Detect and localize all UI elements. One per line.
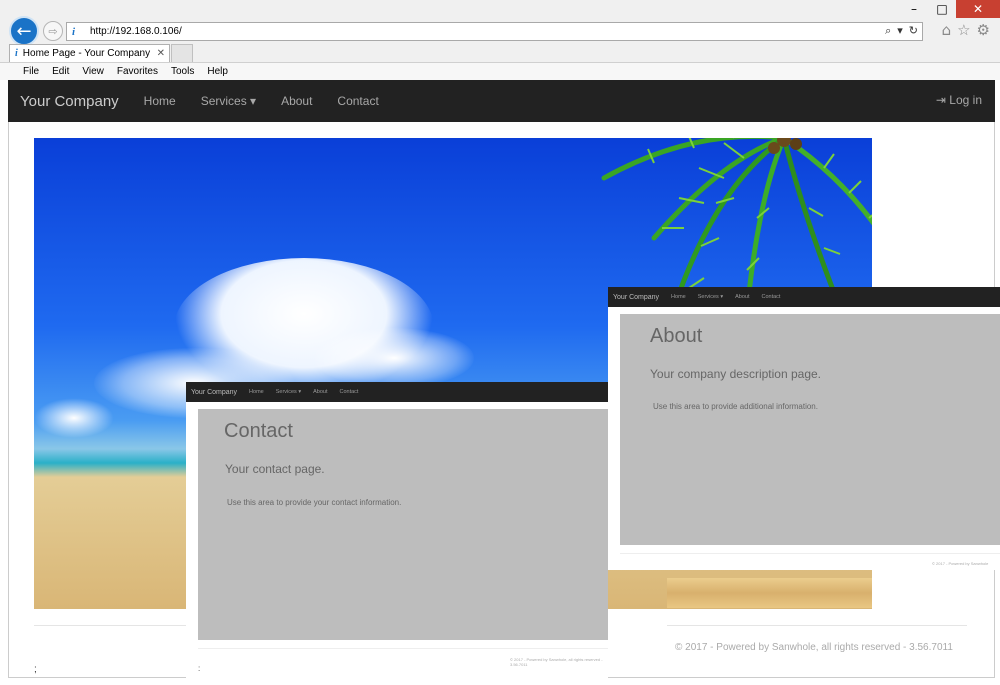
contact-footer: © 2017 - Powered by Sanwhole, all rights… <box>510 657 603 667</box>
contact-jumbotron <box>198 409 608 640</box>
contact-footer-marker: : <box>198 664 201 673</box>
close-tab-icon[interactable]: ✕ <box>157 48 165 59</box>
contact-preview-nav-services: Services ▾ <box>275 389 302 395</box>
contact-preview-brand: Your Company <box>191 388 238 396</box>
forward-button[interactable]: ⇨ <box>43 21 63 41</box>
url-text[interactable]: http://192.168.0.106/ <box>90 26 182 37</box>
tab-title: Home Page - Your Company <box>22 48 151 59</box>
sand-image-strip <box>667 578 872 608</box>
menu-edit[interactable]: Edit <box>52 66 69 77</box>
ie-page-icon: i <box>72 25 76 38</box>
window-controls: – □ ✕ <box>900 0 1000 18</box>
gear-icon[interactable]: ⚙ <box>977 21 990 39</box>
about-footer-marker: : <box>620 569 622 570</box>
main-footer-divider <box>667 625 967 626</box>
about-preview-nav-services: Services ▾ <box>697 294 724 300</box>
about-preview-brand: Your Company <box>613 293 660 301</box>
about-preview-nav-contact: Contact <box>761 294 781 300</box>
maximize-button[interactable]: □ <box>928 0 956 18</box>
menu-help[interactable]: Help <box>207 66 228 77</box>
site-navbar: Your Company Home Services ▾ About Conta… <box>8 80 995 122</box>
contact-title: Contact <box>224 420 293 442</box>
close-window-button[interactable]: ✕ <box>956 0 1000 18</box>
search-icon[interactable]: ⌕ <box>885 24 891 38</box>
about-preview-nav-about: About <box>735 294 750 300</box>
back-button[interactable]: ← <box>9 16 39 46</box>
home-icon[interactable]: ⌂ <box>942 21 952 39</box>
menu-tools[interactable]: Tools <box>171 66 194 77</box>
nav-about[interactable]: About <box>281 94 312 108</box>
contact-preview-nav-contact: Contact <box>339 389 359 395</box>
browser-tab[interactable]: i Home Page - Your Company ✕ <box>9 44 170 62</box>
contact-footer-divider <box>198 648 608 649</box>
menu-favorites[interactable]: Favorites <box>117 66 158 77</box>
footer-marker: ; <box>34 664 37 675</box>
contact-lead: Your contact page. <box>225 462 325 476</box>
nav-contact[interactable]: Contact <box>337 94 378 108</box>
contact-text: Use this area to provide your contact in… <box>227 498 402 507</box>
forward-arrow-icon: ⇨ <box>48 24 58 38</box>
toolbar-icons: ⌂ ☆ ⚙ <box>942 21 990 39</box>
footer-divider <box>34 625 186 626</box>
about-jumbotron <box>620 314 1000 545</box>
menu-bar: File Edit View Favorites Tools Help <box>0 62 1000 80</box>
about-text: Use this area to provide additional info… <box>653 402 818 411</box>
browser-chrome: – □ ✕ ← ⇨ i http://192.168.0.106/ ⌕ ▾ ↻ … <box>0 0 1000 80</box>
minimize-button[interactable]: – <box>900 0 928 18</box>
address-tools: ⌕ ▾ ↻ <box>885 24 918 38</box>
about-footer-divider <box>620 553 1000 554</box>
refresh-icon[interactable]: ↻ <box>909 24 918 38</box>
ie-tab-icon: i <box>15 48 18 59</box>
about-lead: Your company description page. <box>650 367 821 381</box>
menu-file[interactable]: File <box>23 66 39 77</box>
contact-preview-nav-about: About <box>313 389 328 395</box>
about-preview-nav-home: Home <box>671 294 686 300</box>
address-bar[interactable]: i http://192.168.0.106/ ⌕ ▾ ↻ <box>66 22 923 41</box>
about-preview-navbar: Your Company Home Services ▾ About Conta… <box>608 287 1000 307</box>
favorites-star-icon[interactable]: ☆ <box>957 21 970 39</box>
contact-preview-navbar: Your Company Home Services ▾ About Conta… <box>186 382 608 402</box>
about-title: About <box>650 325 703 347</box>
chevron-down-icon[interactable]: ▾ <box>897 24 903 38</box>
login-link[interactable]: ⇥ Log in <box>936 93 982 107</box>
nav-home[interactable]: Home <box>144 94 176 108</box>
contact-preview-nav-home: Home <box>249 389 264 395</box>
nav-services[interactable]: Services ▾ <box>201 94 256 108</box>
contact-page-preview: Your Company Home Services ▾ About Conta… <box>186 382 608 678</box>
about-page-preview: Your Company Home Services ▾ About Conta… <box>608 287 1000 570</box>
new-tab-button[interactable] <box>171 44 193 62</box>
site-footer: © 2017 - Powered by Sanwhole, all rights… <box>675 642 953 653</box>
site-brand[interactable]: Your Company <box>20 93 119 110</box>
about-footer: © 2017 - Powered by Sanwhole <box>932 561 989 566</box>
menu-view[interactable]: View <box>82 66 104 77</box>
back-arrow-icon: ← <box>16 20 32 42</box>
